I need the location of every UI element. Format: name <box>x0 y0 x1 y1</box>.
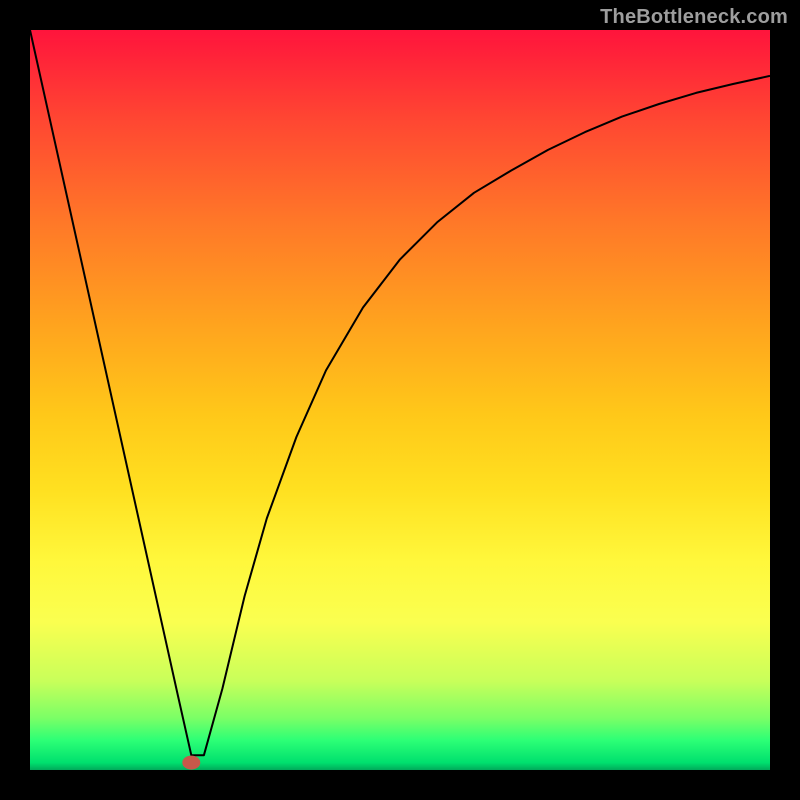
plot-area <box>30 30 770 770</box>
curve-svg <box>30 30 770 770</box>
optimal-point-marker <box>182 756 200 770</box>
bottleneck-curve <box>30 30 770 755</box>
watermark-text: TheBottleneck.com <box>600 6 788 29</box>
chart-frame: TheBottleneck.com <box>0 0 800 800</box>
